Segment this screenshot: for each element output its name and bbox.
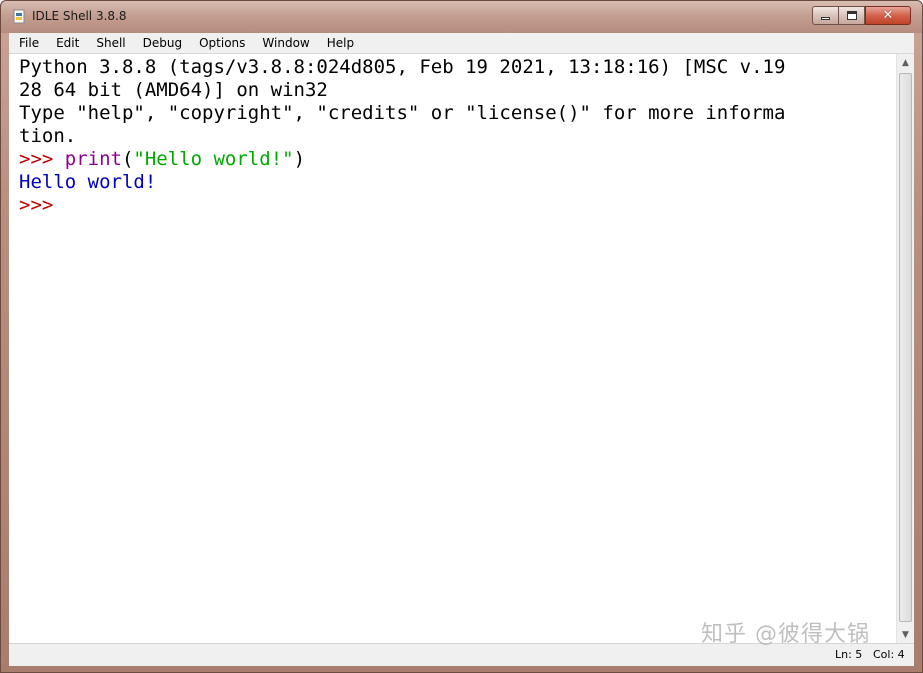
shell-text-area[interactable]: Python 3.8.8 (tags/v3.8.8:024d805, Feb 1… bbox=[9, 54, 896, 643]
banner-line: Type "help", "copyright", "credits" or "… bbox=[19, 102, 786, 124]
builtin-keyword: print bbox=[64, 148, 122, 170]
menu-edit[interactable]: Edit bbox=[46, 36, 86, 50]
scroll-up-icon[interactable]: ▲ bbox=[897, 54, 914, 71]
close-paren: ) bbox=[293, 148, 306, 170]
menu-shell[interactable]: Shell bbox=[86, 36, 132, 50]
shell-prompt: >>> bbox=[19, 194, 54, 216]
scroll-down-icon[interactable]: ▼ bbox=[897, 626, 914, 643]
python-idle-icon bbox=[13, 9, 25, 24]
watermark: 知乎 @彼得大锅 bbox=[701, 622, 870, 647]
menu-window[interactable]: Window bbox=[252, 36, 316, 50]
menu-file[interactable]: File bbox=[9, 36, 46, 50]
banner-line: 28 64 bit (AMD64)] on win32 bbox=[19, 79, 328, 101]
menu-debug[interactable]: Debug bbox=[133, 36, 189, 50]
vertical-scrollbar[interactable]: ▲ ▼ bbox=[896, 54, 914, 643]
shell-client-area: Python 3.8.8 (tags/v3.8.8:024d805, Feb 1… bbox=[9, 54, 914, 666]
line-number-status: Ln: 5 bbox=[835, 648, 863, 661]
open-paren: ( bbox=[121, 148, 134, 170]
close-icon: ✕ bbox=[882, 8, 894, 23]
stdout-line: Hello world! bbox=[19, 171, 157, 193]
maximize-icon bbox=[846, 11, 857, 20]
string-literal: "Hello world!" bbox=[133, 148, 294, 170]
scrollbar-thumb[interactable] bbox=[899, 73, 912, 622]
close-button[interactable]: ✕ bbox=[865, 6, 911, 25]
column-number-status: Col: 4 bbox=[873, 648, 905, 661]
command-line: >>> print("Hello world!") bbox=[19, 148, 305, 171]
menu-help[interactable]: Help bbox=[317, 36, 361, 50]
maximize-button[interactable] bbox=[838, 6, 865, 25]
window-title: IDLE Shell 3.8.8 bbox=[32, 9, 127, 23]
shell-prompt: >>> bbox=[19, 148, 65, 170]
banner-line: tion. bbox=[19, 125, 77, 147]
minimize-icon bbox=[821, 17, 830, 20]
menu-options[interactable]: Options bbox=[189, 36, 252, 50]
idle-window: IDLE Shell 3.8.8 ✕ File Edit Shell Debug… bbox=[0, 0, 923, 673]
minimize-button[interactable] bbox=[812, 6, 839, 25]
banner-line: Python 3.8.8 (tags/v3.8.8:024d805, Feb 1… bbox=[19, 56, 786, 78]
title-bar[interactable]: IDLE Shell 3.8.8 ✕ bbox=[1, 1, 922, 33]
menu-bar: File Edit Shell Debug Options Window Hel… bbox=[9, 33, 914, 54]
